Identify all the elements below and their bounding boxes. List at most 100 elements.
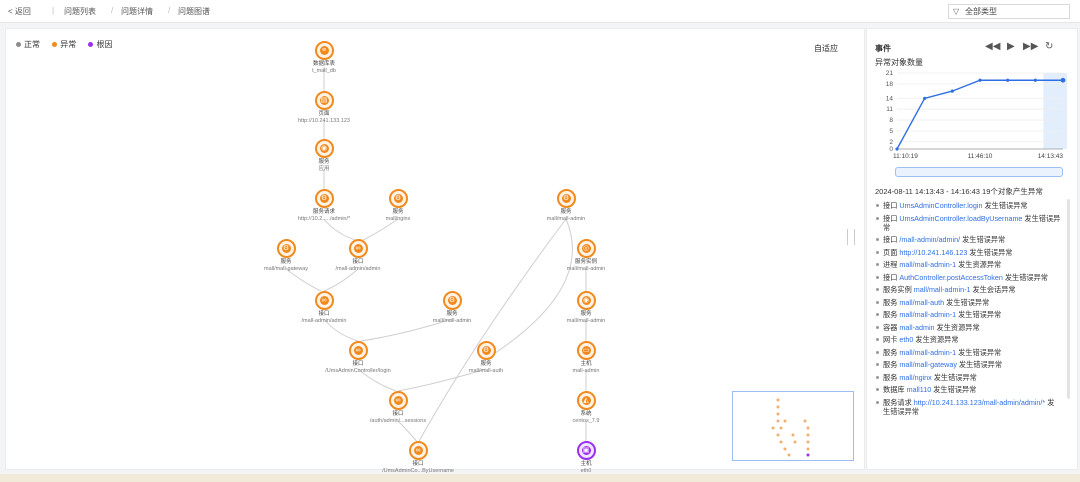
breadcrumb-separator: / bbox=[111, 6, 114, 15]
page-icon: ▤ bbox=[314, 91, 334, 110]
y-tick-label: 2 bbox=[889, 139, 893, 146]
y-tick-label: 18 bbox=[886, 81, 894, 88]
graph-node[interactable]: ∞ 接口/UmsAdminController/login bbox=[318, 341, 398, 375]
minimap-preview bbox=[771, 398, 810, 457]
data-point bbox=[978, 78, 982, 82]
event-item[interactable]: 接口 AuthController.postAccessToken 发生错误异常 bbox=[875, 273, 1061, 282]
back-link[interactable]: < 返回 bbox=[8, 6, 31, 17]
graph-node[interactable]: ◎ 服务实例 mall/mall-admin bbox=[546, 239, 626, 273]
event-item[interactable]: 接口 /mall-admin/admin/ 发生错误异常 bbox=[875, 235, 1061, 244]
graph-node[interactable]: ⚙ 服务 mall/mall-auth bbox=[446, 341, 526, 375]
data-point bbox=[895, 147, 899, 151]
refresh-icon[interactable]: ↻ bbox=[1045, 41, 1053, 52]
selected-window bbox=[1043, 73, 1067, 149]
x-tick-label: 11:10:19 bbox=[893, 153, 918, 160]
database-icon: ≡ bbox=[314, 41, 334, 60]
graph-node[interactable]: ⚙ 服务 mall/mall-gateway bbox=[246, 239, 326, 273]
rewind-icon[interactable]: ◀◀ bbox=[985, 41, 1000, 52]
service-icon: ⚙ bbox=[442, 291, 462, 310]
linux-icon: ◭ bbox=[576, 391, 596, 410]
service-icon: ◉ bbox=[314, 139, 334, 158]
fast-forward-icon[interactable]: ▶▶ bbox=[1023, 41, 1038, 52]
event-item[interactable]: 容器 mall-admin 发生资源异常 bbox=[875, 323, 1061, 332]
topology-graph-canvas[interactable]: 正常 异常 根因 自适应 ≡ 数据库表 t_mall_db ▤ 页面 http://1 bbox=[5, 28, 865, 474]
series-line bbox=[896, 79, 1063, 150]
event-item[interactable]: 服务 mall/mall-admin-1 发生错误异常 bbox=[875, 348, 1061, 357]
graph-node[interactable]: ∞ 接口/UmsAdminCo...ByUsername bbox=[378, 441, 458, 475]
type-filter-select[interactable]: ▽ 全部类型 bbox=[948, 4, 1070, 19]
graph-node[interactable]: ⚙ 服务 mall/mall-admin bbox=[526, 189, 606, 223]
event-list: 接口 UmsAdminController.login 发生错误异常 接口 Um… bbox=[875, 201, 1061, 419]
event-item[interactable]: 服务 mall/mall-gateway 发生错误异常 bbox=[875, 360, 1061, 369]
graph-node[interactable]: ▤ 页面 http://10.241.133.123 bbox=[284, 91, 364, 125]
breadcrumb-separator: | bbox=[52, 6, 55, 15]
graph-node-root-cause[interactable]: ▣ 主机 eth0 bbox=[546, 441, 626, 475]
filter-value: 全部类型 bbox=[965, 7, 997, 16]
y-tick-label: 11 bbox=[886, 106, 893, 113]
data-point bbox=[950, 89, 954, 93]
event-item[interactable]: 服务实例 mall/mall-admin-1 发生会话异常 bbox=[875, 285, 1061, 294]
y-tick-label: 21 bbox=[886, 70, 894, 77]
play-icon[interactable]: ▶ bbox=[1007, 41, 1015, 52]
bottom-strip bbox=[0, 474, 1080, 482]
host-icon: ▭ bbox=[576, 341, 596, 360]
event-item[interactable]: 接口 UmsAdminController.login 发生错误异常 bbox=[875, 201, 1061, 210]
event-item[interactable]: 数据库 mall110 发生错误异常 bbox=[875, 385, 1061, 394]
event-item[interactable]: 服务 mall/mall-admin-1 发生错误异常 bbox=[875, 310, 1061, 319]
graph-node[interactable]: ◉ 服务 应用 bbox=[284, 139, 364, 173]
event-summary: 2024-08-11 14:13:43 - 14:16:43 19个对象产生异常 bbox=[875, 187, 1043, 196]
graph-node[interactable]: ∞ 接口/mall-admin/admin bbox=[318, 239, 398, 273]
time-range-slider[interactable] bbox=[895, 167, 1063, 177]
y-tick-label: 0 bbox=[889, 146, 893, 153]
event-item[interactable]: 服务 mall/mall-auth 发生错误异常 bbox=[875, 298, 1061, 307]
x-tick-label: 11:46:10 bbox=[968, 153, 993, 160]
event-item[interactable]: 页面 http://10.241.146.123 发生错误异常 bbox=[875, 248, 1061, 257]
data-point bbox=[1060, 77, 1066, 83]
event-panel: 事件 ◀◀ ▶ ▶▶ ↻ 异常对象数量 0 2 5 8 11 14 18 21 11:10:19… bbox=[866, 28, 1078, 470]
service-icon: ⚙ bbox=[556, 189, 576, 208]
top-bar: < 返回 | 问题列表 / 问题详情 / 问题图谱 ▽ 全部类型 bbox=[0, 0, 1080, 23]
panel-title: 事件 bbox=[875, 44, 891, 53]
api-icon: ∞ bbox=[348, 341, 368, 360]
event-list-scrollbar[interactable] bbox=[1067, 199, 1070, 399]
network-card-icon: ▣ bbox=[576, 441, 596, 460]
service-icon: ⚙ bbox=[388, 189, 408, 208]
graph-node[interactable]: ≡ 数据库表 t_mall_db bbox=[284, 41, 364, 75]
filter-icon: ▽ bbox=[953, 7, 960, 16]
request-icon: ⚙ bbox=[314, 189, 334, 208]
event-item[interactable]: 进程 mall/mall-admin-1 发生资源异常 bbox=[875, 260, 1061, 269]
anomaly-count-chart[interactable]: 02 5 8 11 14 18 21 11:10:19 11:46:10 14:13:43 bbox=[867, 67, 1075, 167]
service-icon: ⚙ bbox=[476, 341, 496, 360]
x-tick-label: 14:13:43 bbox=[1038, 153, 1064, 160]
api-icon: ∞ bbox=[388, 391, 408, 410]
graph-node[interactable]: ⚙ 服务 mall/mall-admin bbox=[412, 291, 492, 325]
graph-node[interactable]: ∞ 接口/mall-admin/admin bbox=[284, 291, 364, 325]
breadcrumb-item-current: 问题图谱 bbox=[178, 7, 210, 16]
y-tick-label: 8 bbox=[889, 117, 893, 124]
data-point bbox=[1033, 78, 1037, 82]
y-tick-label: 5 bbox=[889, 128, 893, 135]
data-point bbox=[1006, 78, 1010, 82]
graph-node[interactable]: ⚙ 服务请求 http://10.2...../admin/* bbox=[284, 189, 364, 223]
api-icon: ∞ bbox=[408, 441, 428, 460]
graph-node[interactable]: ⚙ 服务 mall/nginx bbox=[358, 189, 438, 223]
data-point bbox=[923, 96, 927, 100]
service-icon: ◉ bbox=[576, 291, 596, 310]
service-icon: ⚙ bbox=[276, 239, 296, 258]
api-icon: ∞ bbox=[348, 239, 368, 258]
graph-minimap[interactable] bbox=[732, 391, 854, 461]
breadcrumb-item-issue-detail[interactable]: 问题详情 bbox=[121, 6, 153, 17]
graph-node[interactable]: ◭ 系统 centos_7.9 bbox=[546, 391, 626, 425]
event-item[interactable]: 接口 UmsAdminController.loadByUsername 发生错… bbox=[875, 214, 1061, 232]
panel-resize-handle[interactable] bbox=[847, 229, 855, 245]
breadcrumb-separator: / bbox=[168, 6, 171, 15]
event-item[interactable]: 服务 mall/nginx 发生错误异常 bbox=[875, 373, 1061, 382]
graph-node[interactable]: ◉ 服务 mall/mall-admin bbox=[546, 291, 626, 325]
instance-icon: ◎ bbox=[576, 239, 596, 258]
breadcrumb-item-issue-list[interactable]: 问题列表 bbox=[64, 6, 96, 17]
api-icon: ∞ bbox=[314, 291, 334, 310]
event-item[interactable]: 网卡 eth0 发生资源异常 bbox=[875, 335, 1061, 344]
event-item[interactable]: 服务请求 http://10.241.133.123/mall-admin/ad… bbox=[875, 398, 1061, 416]
graph-node[interactable]: ∞ 接口/auth/admin/...sessions bbox=[358, 391, 438, 425]
graph-node[interactable]: ▭ 主机 mall-admin bbox=[546, 341, 626, 375]
